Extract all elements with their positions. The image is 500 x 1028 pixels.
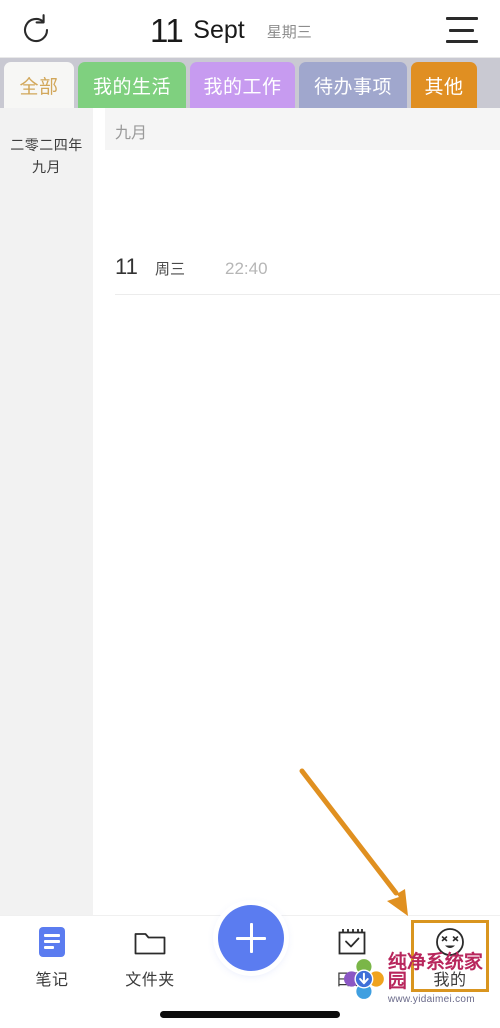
notes-icon-line-2: [44, 940, 60, 943]
refresh-icon[interactable]: [18, 12, 54, 48]
tab-all[interactable]: 全部: [4, 62, 74, 108]
tab-other[interactable]: 其他: [411, 62, 477, 108]
header-month: Sept: [193, 15, 245, 44]
notes-icon-line-3: [44, 946, 54, 949]
month-section-header: 九月: [105, 108, 500, 150]
tab-life-label: 我的生活: [92, 76, 171, 98]
tab-all-label: 全部: [19, 76, 59, 98]
header-weekday: 星期三: [266, 23, 312, 41]
add-note-button[interactable]: [218, 905, 284, 971]
nav-label-mine: 我的: [433, 972, 467, 989]
nav-label-calendar: 日历: [335, 972, 369, 989]
note-weekday: 周三: [155, 261, 186, 278]
header-day: 11: [150, 11, 184, 49]
list-item[interactable]: 11 周三 22:40: [115, 254, 500, 294]
nav-item-calendar[interactable]: 日历: [312, 924, 392, 996]
tab-life[interactable]: 我的生活: [78, 62, 186, 108]
home-indicator: [160, 1011, 340, 1018]
tab-todo[interactable]: 待办事项: [299, 62, 407, 108]
month-section-label: 九月: [115, 125, 148, 142]
header-date-group: 11 Sept 星期三: [150, 5, 312, 55]
note-day: 11: [115, 254, 138, 279]
tab-other-label: 其他: [424, 76, 464, 98]
hamburger-menu-icon[interactable]: [446, 13, 486, 47]
notes-list-panel: 九月 11 周三 22:40: [105, 108, 500, 915]
calendar-icon: [336, 924, 368, 960]
face-icon: [434, 924, 466, 960]
category-tabstrip: 全部 我的生活 我的工作 待办事项 其他: [0, 58, 500, 108]
folder-icon: [133, 924, 167, 960]
nav-item-notes[interactable]: 笔记: [12, 924, 92, 996]
app-root: 11 Sept 星期三 全部 我的生活 我的工作 待办事项 其他 二零二四年 九…: [0, 0, 500, 1028]
sidebar-year: 二零二四年: [10, 137, 83, 153]
app-header: 11 Sept 星期三: [0, 0, 500, 58]
nav-label-folder: 文件夹: [125, 972, 175, 989]
tab-work[interactable]: 我的工作: [190, 62, 295, 108]
sidebar-date-label: 二零二四年 九月: [0, 134, 93, 178]
nav-item-mine[interactable]: 我的: [410, 924, 490, 996]
list-item-divider: [115, 294, 500, 295]
menu-line-3: [446, 40, 478, 43]
notes-icon: [39, 924, 65, 960]
tab-work-label: 我的工作: [203, 76, 282, 98]
menu-line-1: [446, 17, 478, 20]
nav-item-folder[interactable]: 文件夹: [110, 924, 190, 996]
nav-label-notes: 笔记: [35, 972, 69, 989]
tab-todo-label: 待办事项: [313, 76, 392, 98]
notes-icon-line-1: [44, 934, 60, 937]
date-sidebar[interactable]: 二零二四年 九月: [0, 108, 93, 915]
body-area: 二零二四年 九月 九月 11 周三 22:40: [0, 108, 500, 915]
menu-line-2: [449, 28, 474, 32]
note-time: 22:40: [225, 259, 268, 278]
sidebar-month: 九月: [32, 159, 61, 175]
